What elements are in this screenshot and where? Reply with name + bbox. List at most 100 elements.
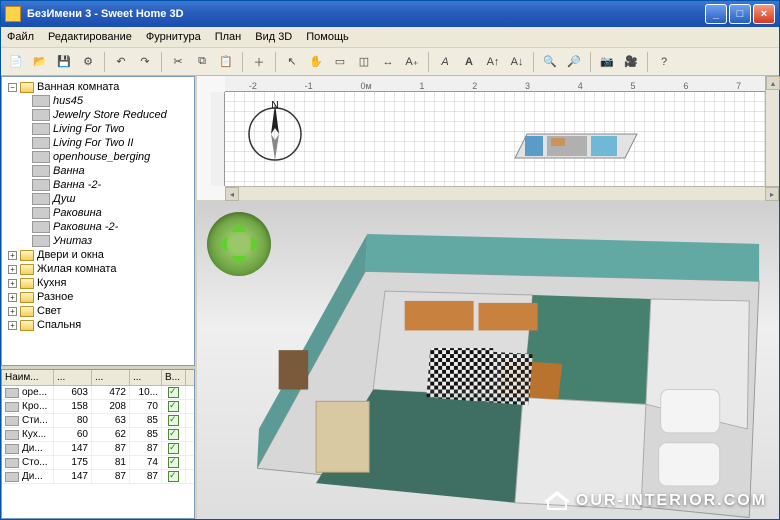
text-bold-icon[interactable]: A: [458, 51, 480, 73]
tree-category[interactable]: +Спальня: [4, 318, 192, 332]
collapse-icon[interactable]: −: [8, 83, 17, 92]
scroll-up-icon[interactable]: ▴: [766, 76, 780, 90]
nav-left-icon[interactable]: [211, 236, 227, 252]
row-thumb-icon: [5, 458, 19, 468]
preferences-icon[interactable]: ⚙: [77, 51, 99, 73]
table-row[interactable]: Сти...806385: [2, 414, 194, 428]
tree-item[interactable]: Living For Two II: [4, 136, 192, 150]
col-d[interactable]: ...: [92, 370, 130, 385]
tree-item[interactable]: Ванна -2-: [4, 178, 192, 192]
col-vis[interactable]: В...: [162, 370, 186, 385]
copy-icon[interactable]: ⧉: [191, 51, 213, 73]
text-size-down-icon[interactable]: A↓: [506, 51, 528, 73]
tree-item[interactable]: Ванна: [4, 164, 192, 178]
zoom-in-icon[interactable]: 🔍: [539, 51, 561, 73]
table-row[interactable]: Кро...15820870: [2, 400, 194, 414]
table-header[interactable]: Наим... ... ... ... В...: [2, 370, 194, 386]
visibility-checkbox[interactable]: [168, 387, 179, 398]
select-icon[interactable]: ↖: [281, 51, 303, 73]
view-3d[interactable]: OUR-INTERIOR.COM: [197, 202, 779, 519]
table-row[interactable]: Сто...1758174: [2, 456, 194, 470]
room-create-icon[interactable]: ◫: [353, 51, 375, 73]
plan-hscrollbar[interactable]: ◂ ▸: [225, 186, 779, 200]
tree-category[interactable]: +Жилая комната: [4, 262, 192, 276]
create-video-icon[interactable]: 🎥: [620, 51, 642, 73]
table-row[interactable]: Ди...1478787: [2, 442, 194, 456]
nav-up-icon[interactable]: [231, 216, 247, 232]
tree-category[interactable]: +Разное: [4, 290, 192, 304]
tree-item[interactable]: Раковина: [4, 206, 192, 220]
tree-item[interactable]: hus45: [4, 94, 192, 108]
visibility-checkbox[interactable]: [168, 457, 179, 468]
tree-category[interactable]: +Кухня: [4, 276, 192, 290]
expand-icon[interactable]: +: [8, 321, 17, 330]
visibility-checkbox[interactable]: [168, 429, 179, 440]
pan-icon[interactable]: ✋: [305, 51, 327, 73]
plan-canvas[interactable]: N: [225, 92, 765, 186]
visibility-checkbox[interactable]: [168, 415, 179, 426]
furniture-thumb-icon: [32, 123, 50, 135]
undo-icon[interactable]: ↶: [110, 51, 132, 73]
close-button[interactable]: ×: [753, 4, 775, 24]
text-label-icon[interactable]: A₊: [401, 51, 423, 73]
tree-category[interactable]: +Свет: [4, 304, 192, 318]
compass[interactable]: N: [243, 98, 307, 162]
catalog-tree[interactable]: − Ванная комната hus45Jewelry Store Redu…: [1, 76, 195, 366]
expand-icon[interactable]: +: [8, 307, 17, 316]
visibility-checkbox[interactable]: [168, 401, 179, 412]
plan-vscrollbar[interactable]: ▴: [765, 76, 779, 186]
table-row[interactable]: ope...60347210...: [2, 386, 194, 400]
menu-edit[interactable]: Редактирование: [48, 31, 132, 43]
scroll-right-icon[interactable]: ▸: [765, 187, 779, 201]
tree-item[interactable]: Раковина -2-: [4, 220, 192, 234]
tree-item[interactable]: Унитаз: [4, 234, 192, 248]
new-file-icon[interactable]: 📄: [5, 51, 27, 73]
3d-scene[interactable]: [257, 232, 769, 519]
menu-furniture[interactable]: Фурнитура: [146, 31, 201, 43]
col-name[interactable]: Наим...: [2, 370, 54, 385]
expand-icon[interactable]: +: [8, 293, 17, 302]
help-icon[interactable]: ?: [653, 51, 675, 73]
tree-category[interactable]: +Двери и окна: [4, 248, 192, 262]
menu-plan[interactable]: План: [215, 31, 242, 43]
zoom-out-icon[interactable]: 🔎: [563, 51, 585, 73]
visibility-checkbox[interactable]: [168, 443, 179, 454]
cell-h: 74: [130, 456, 162, 469]
text-italic-icon[interactable]: A: [434, 51, 456, 73]
cell-d: 208: [92, 400, 130, 413]
col-w[interactable]: ...: [54, 370, 92, 385]
table-row[interactable]: Кух...606285: [2, 428, 194, 442]
create-photo-icon[interactable]: 📷: [596, 51, 618, 73]
tree-item[interactable]: openhouse_berging: [4, 150, 192, 164]
row-thumb-icon: [5, 416, 19, 426]
plan-pane[interactable]: -2-10м1234567 N: [197, 76, 779, 202]
expand-icon[interactable]: +: [8, 251, 17, 260]
dimension-icon[interactable]: ↔: [377, 51, 399, 73]
redo-icon[interactable]: ↷: [134, 51, 156, 73]
menu-view3d[interactable]: Вид 3D: [255, 31, 292, 43]
save-file-icon[interactable]: 💾: [53, 51, 75, 73]
expand-icon[interactable]: +: [8, 265, 17, 274]
table-row[interactable]: Ди...1478787: [2, 470, 194, 484]
add-furniture-icon[interactable]: ＋: [248, 51, 270, 73]
text-size-up-icon[interactable]: A↑: [482, 51, 504, 73]
tree-item[interactable]: Jewelry Store Reduced: [4, 108, 192, 122]
tree-item[interactable]: Душ: [4, 192, 192, 206]
minimize-button[interactable]: _: [705, 4, 727, 24]
nav-down-icon[interactable]: [231, 256, 247, 272]
expand-icon[interactable]: +: [8, 279, 17, 288]
menu-file[interactable]: Файл: [7, 31, 34, 43]
maximize-button[interactable]: □: [729, 4, 751, 24]
tree-category-open[interactable]: − Ванная комната: [4, 80, 192, 94]
wall-create-icon[interactable]: ▭: [329, 51, 351, 73]
col-h[interactable]: ...: [130, 370, 162, 385]
visibility-checkbox[interactable]: [168, 471, 179, 482]
plan-model-thumbnail[interactable]: [505, 122, 645, 168]
paste-icon[interactable]: 📋: [215, 51, 237, 73]
menu-help[interactable]: Помощь: [306, 31, 349, 43]
cut-icon[interactable]: ✂: [167, 51, 189, 73]
cell-w: 147: [54, 442, 92, 455]
open-file-icon[interactable]: 📂: [29, 51, 51, 73]
scroll-left-icon[interactable]: ◂: [225, 187, 239, 201]
tree-item[interactable]: Living For Two: [4, 122, 192, 136]
